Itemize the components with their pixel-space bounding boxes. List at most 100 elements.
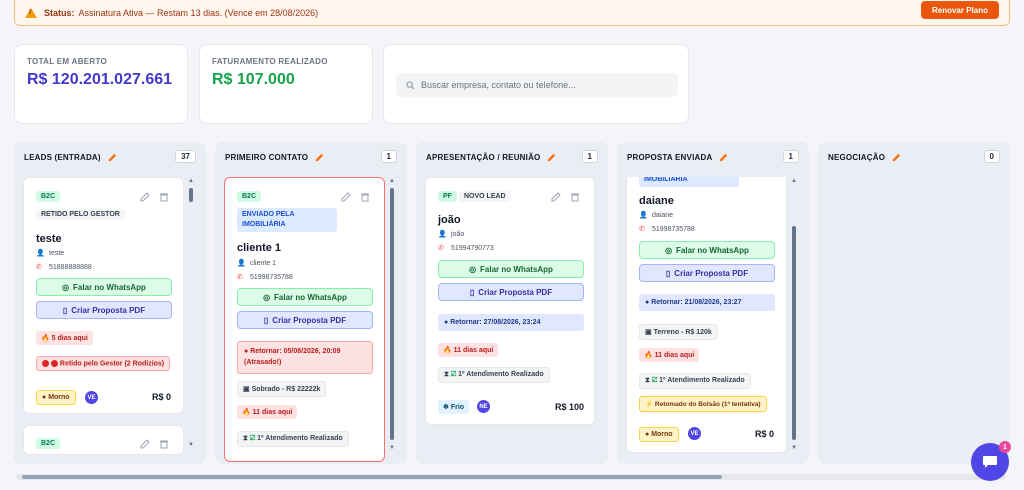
scroll-up-arrow[interactable]: ▲	[188, 178, 194, 184]
whatsapp-label: Falar no WhatsApp	[480, 264, 553, 274]
whatsapp-icon: ◎	[469, 264, 477, 274]
phone-number: 51998735788	[652, 225, 695, 233]
lead-card[interactable]: B2C ENVIADO PELA IMOBILIÁRIA cliente 1 👤…	[224, 177, 385, 462]
user-icon: 👤	[639, 212, 648, 219]
phone-row: ✆ 51998735788	[639, 225, 695, 234]
scroll-up-arrow[interactable]: ▲	[791, 178, 797, 184]
retained-badge: Retido pelo Gestor (2 Rodízios)	[36, 356, 171, 372]
days-badge: 🔥 5 dias aqui	[36, 331, 93, 345]
days-text: 5 dias aqui	[51, 335, 88, 342]
type-tag: PF	[438, 191, 457, 202]
retained-text: Retido pelo Gestor (2 Rodízios)	[59, 360, 165, 368]
column-title: PRIMEIRO CONTATO	[225, 152, 309, 162]
contact-row: 👤 daiane	[639, 211, 674, 220]
whatsapp-button[interactable]: ◎ Falar no WhatsApp	[36, 278, 172, 296]
horizontal-scrollbar[interactable]	[16, 474, 1006, 480]
lead-card[interactable]: B2C RETIDO PELO GESTOR teste 👤 teste ✆ 518…	[23, 177, 184, 414]
search-input[interactable]: Buscar empresa, contato ou telefone...	[396, 73, 678, 97]
status-tag: ENVIADO PELA IMOBILIÁRIA	[237, 208, 337, 232]
red-dot-icon	[50, 360, 58, 367]
horizontal-scrollbar-thumb[interactable]	[22, 475, 722, 479]
create-pdf-button[interactable]: ▯ Criar Proposta PDF	[36, 301, 172, 319]
temperature-badge: ● Morno	[36, 390, 76, 405]
status-tag: IMOBILIÁRIA	[639, 177, 739, 187]
days-badge: 🔥 11 dias aqui	[237, 405, 298, 419]
clock-icon: ●	[244, 348, 249, 355]
total-open-label: TOTAL EM ABERTO	[27, 57, 108, 66]
avatar: VE	[688, 427, 701, 440]
document-icon: ▯	[62, 305, 68, 315]
trash-icon[interactable]	[159, 192, 169, 202]
whatsapp-button[interactable]: ◎ Falar no WhatsApp	[438, 260, 584, 278]
status-tag: NOVO LEAD	[459, 191, 511, 202]
scroll-down-arrow[interactable]: ▼	[188, 442, 194, 448]
trash-icon[interactable]	[570, 192, 580, 202]
document-icon: ▯	[665, 268, 671, 278]
column-title: LEADS (ENTRADA)	[24, 152, 101, 162]
column-leads: LEADS (ENTRADA) 37 B2C RETIDO PELO GESTO…	[14, 142, 206, 464]
edit-icon[interactable]	[140, 439, 150, 449]
column-title: APRESENTAÇÃO / REUNIÃO	[426, 152, 541, 162]
edit-pencil-icon[interactable]	[546, 152, 557, 163]
scroll-up-arrow[interactable]: ▲	[389, 178, 395, 184]
check-icon: ☑	[249, 435, 256, 442]
lead-name: daiane	[639, 195, 674, 207]
whatsapp-button[interactable]: ◎ Falar no WhatsApp	[639, 241, 775, 259]
edit-icon[interactable]	[551, 192, 561, 202]
create-pdf-button[interactable]: ▯ Criar Proposta PDF	[438, 283, 584, 301]
billed-label: FATURAMENTO REALIZADO	[212, 57, 328, 66]
scrollbar-thumb[interactable]	[189, 188, 193, 202]
temperature-text: Morno	[48, 394, 70, 401]
edit-pencil-icon[interactable]	[107, 152, 118, 163]
temperature-badge: ❄ Frio	[438, 400, 470, 414]
phone-number: 51998735788	[250, 273, 293, 281]
column-count: 37	[175, 150, 196, 163]
pdf-label: Criar Proposta PDF	[478, 287, 553, 297]
whatsapp-label: Falar no WhatsApp	[73, 282, 146, 292]
trash-icon[interactable]	[159, 439, 169, 449]
edit-icon[interactable]	[341, 192, 351, 202]
chat-button[interactable]: 1	[971, 441, 1011, 481]
lead-card[interactable]: B2C	[23, 425, 184, 455]
whatsapp-button[interactable]: ◎ Falar no WhatsApp	[237, 288, 373, 306]
create-pdf-button[interactable]: ▯ Criar Proposta PDF	[237, 311, 373, 329]
avatar: NE	[477, 400, 490, 413]
lead-card[interactable]: PF NOVO LEAD joão 👤 joão ✆ 51994790773 ◎ Fa…	[425, 177, 595, 425]
renew-plan-button[interactable]: Renovar Plano	[921, 1, 999, 19]
column-header: APRESENTAÇÃO / REUNIÃO 1	[426, 150, 598, 164]
scrollbar-thumb[interactable]	[792, 226, 796, 440]
lead-card[interactable]: IMOBILIÁRIA daiane 👤 daiane ✆ 51998735788 …	[626, 177, 787, 453]
user-icon: 👤	[36, 250, 45, 257]
phone-row: ✆ 51998735788	[237, 273, 293, 282]
column-count: 1	[380, 150, 397, 163]
notification-badge: 1	[999, 441, 1011, 453]
column-count: 1	[782, 150, 799, 163]
user-icon: 👤	[438, 231, 447, 238]
edit-pencil-icon[interactable]	[891, 152, 902, 163]
scroll-down-arrow[interactable]: ▼	[791, 445, 797, 451]
whatsapp-icon: ◎	[263, 292, 271, 302]
days-badge: 🔥 11 dias aqui	[438, 343, 499, 357]
total-open-card: TOTAL EM ABERTO R$ 120.201.027.661	[14, 44, 188, 124]
step-badge: ⧗ ☑ 1º Atendimento Realizado	[237, 431, 349, 447]
scroll-down-arrow[interactable]: ▼	[389, 445, 395, 451]
edit-icon[interactable]	[140, 192, 150, 202]
phone-icon: ✆	[36, 264, 42, 271]
pdf-label: Criar Proposta PDF	[272, 315, 347, 325]
contact-row: 👤 cliente 1	[237, 259, 276, 268]
contact-name: daiane	[652, 211, 674, 219]
trash-icon[interactable]	[360, 192, 370, 202]
column-count: 0	[983, 150, 1000, 163]
edit-pencil-icon[interactable]	[314, 152, 325, 163]
edit-pencil-icon[interactable]	[718, 152, 729, 163]
pdf-label: Criar Proposta PDF	[71, 305, 146, 315]
scrollbar-thumb[interactable]	[390, 188, 394, 440]
column-first-contact: PRIMEIRO CONTATO 1 B2C ENVIADO PELA IMOB…	[215, 142, 407, 464]
phone-row: ✆ 51994790773	[438, 244, 494, 253]
column-proposal-sent: PROPOSTA ENVIADA 1 IMOBILIÁRIA daiane 👤 d…	[617, 142, 809, 464]
phone-number: 51994790773	[451, 244, 494, 252]
create-pdf-button[interactable]: ▯ Criar Proposta PDF	[639, 264, 775, 282]
billed-card: FATURAMENTO REALIZADO R$ 107.000	[199, 44, 373, 124]
temperature-text: Morno	[651, 431, 673, 438]
clock-icon: ●	[645, 299, 650, 306]
